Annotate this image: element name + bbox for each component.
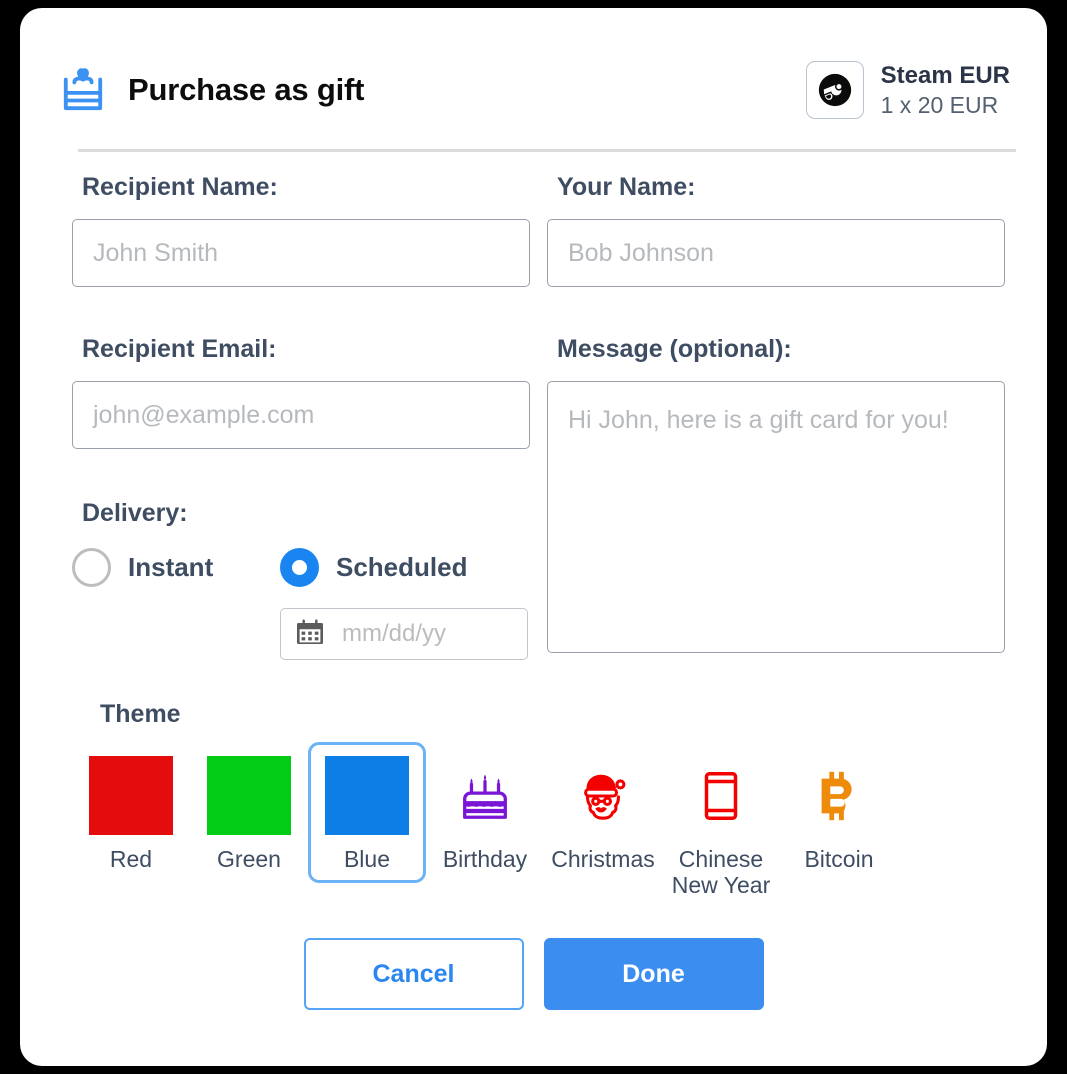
theme-option-bitcoin[interactable]: Bitcoin: [780, 742, 898, 884]
delivery-date-placeholder: mm/dd/yy: [342, 620, 447, 647]
gift-purchase-dialog: Purchase as gift Steam EUR 1 x 20 EUR Re…: [20, 8, 1047, 1066]
theme-option-birthday[interactable]: Birthday: [426, 742, 544, 884]
message-placeholder: Hi John, here is a gift card for you!: [568, 406, 949, 434]
delivery-option-scheduled[interactable]: Scheduled: [280, 548, 467, 587]
delivery-section: Delivery: Instant Scheduled mm/dd/yy: [72, 499, 534, 660]
form-right-column: Your Name: Bob Johnson Message (optional…: [547, 173, 1009, 653]
theme-option-christmas-label: Christmas: [551, 846, 655, 872]
theme-option-green[interactable]: Green: [190, 742, 308, 884]
delivery-label: Delivery:: [82, 499, 188, 527]
red-envelope-icon: [679, 756, 763, 835]
brand-text-group: Steam EUR 1 x 20 EUR: [881, 62, 1010, 118]
message-label: Message (optional):: [557, 335, 792, 363]
delivery-radio-group: Instant Scheduled: [72, 548, 534, 587]
recipient-email-placeholder: john@example.com: [93, 400, 315, 429]
delivery-date-input[interactable]: mm/dd/yy: [280, 608, 528, 660]
theme-option-birthday-label: Birthday: [442, 846, 528, 872]
theme-option-bitcoin-label: Bitcoin: [804, 846, 874, 872]
brand-quantity: 1 x 20 EUR: [880, 91, 999, 118]
theme-option-blue[interactable]: Blue: [308, 742, 426, 884]
recipient-email-input[interactable]: john@example.com: [72, 381, 530, 449]
done-button[interactable]: Done: [543, 938, 764, 1010]
theme-option-green-label: Green: [217, 846, 281, 872]
theme-section: Theme Red Green Blue Birthday Christmas …: [72, 700, 1012, 910]
radio-unselected-icon[interactable]: [72, 548, 111, 587]
delivery-option-instant-label: Instant: [128, 552, 214, 582]
theme-title: Theme: [100, 700, 181, 728]
theme-option-chinese-new-year-label: Chinese New Year: [671, 846, 771, 899]
blue-color-swatch: [325, 756, 409, 835]
recipient-name-label: Recipient Name:: [82, 173, 278, 201]
your-name-input[interactable]: Bob Johnson: [547, 219, 1005, 287]
theme-options-list: Red Green Blue Birthday Christmas Chines…: [72, 742, 1012, 910]
delivery-option-scheduled-label: Scheduled: [336, 552, 468, 582]
recipient-name-input[interactable]: John Smith: [72, 219, 530, 287]
theme-option-chinese-new-year[interactable]: Chinese New Year: [662, 742, 780, 910]
delivery-option-instant[interactable]: Instant: [72, 548, 280, 587]
form-left-column: Recipient Name: John Smith Recipient Ema…: [72, 173, 534, 660]
cancel-button[interactable]: Cancel: [303, 938, 524, 1010]
dialog-title: Purchase as gift: [128, 72, 365, 107]
steam-logo-icon: [805, 61, 864, 119]
red-color-swatch: [89, 756, 173, 835]
theme-option-red-label: Red: [109, 846, 153, 872]
recipient-email-label: Recipient Email:: [82, 335, 277, 363]
screen-frame: Purchase as gift Steam EUR 1 x 20 EUR Re…: [0, 0, 1067, 1074]
green-color-swatch: [207, 756, 291, 835]
message-textarea[interactable]: Hi John, here is a gift card for you!: [547, 381, 1005, 653]
delivery-date-row: mm/dd/yy: [280, 608, 534, 660]
your-name-placeholder: Bob Johnson: [568, 238, 714, 267]
gift-card-icon: [60, 68, 106, 112]
bitcoin-icon: [797, 756, 881, 835]
calendar-icon: [296, 618, 324, 651]
radio-selected-icon[interactable]: [280, 548, 319, 587]
theme-option-christmas[interactable]: Christmas: [544, 742, 662, 884]
birthday-cake-icon: [443, 756, 527, 835]
theme-option-blue-label: Blue: [343, 846, 391, 872]
header-divider: [78, 149, 1016, 152]
santa-claus-icon: [561, 756, 645, 835]
dialog-footer: Cancel Done: [20, 938, 1047, 1010]
recipient-name-placeholder: John Smith: [93, 238, 219, 267]
brand-summary: Steam EUR 1 x 20 EUR: [805, 61, 1010, 119]
theme-option-red[interactable]: Red: [72, 742, 190, 884]
header-left-group: Purchase as gift: [60, 68, 364, 112]
brand-name: Steam EUR: [880, 61, 1010, 89]
your-name-label: Your Name:: [557, 173, 696, 201]
dialog-header: Purchase as gift Steam EUR 1 x 20 EUR: [60, 42, 1010, 138]
